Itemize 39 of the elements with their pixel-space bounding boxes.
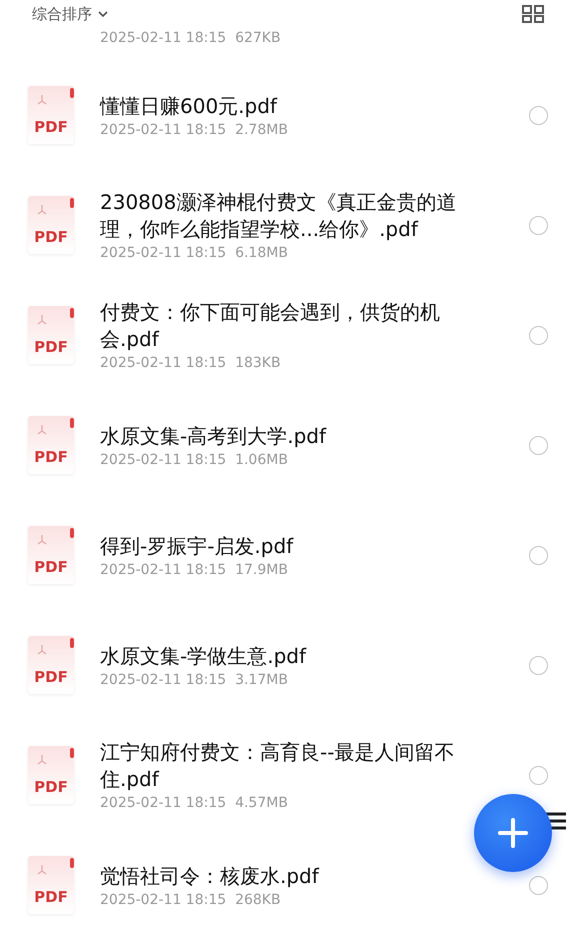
pdf-file-icon: PDF: [28, 86, 74, 144]
select-radio[interactable]: [529, 216, 548, 234]
pdf-file-icon: PDF: [28, 746, 74, 804]
file-name[interactable]: 懂懂日赚600元.pdf: [100, 92, 277, 120]
file-meta: 2025-02-11 18:15 4.57MB: [100, 795, 288, 811]
pdf-file-icon: PDF: [28, 856, 74, 914]
pdf-file-icon: PDF: [28, 196, 74, 254]
select-radio[interactable]: [529, 656, 548, 674]
plus-icon: [498, 818, 528, 848]
file-name[interactable]: 觉悟社司令：核废水.pdf: [100, 862, 319, 890]
file-name[interactable]: 水原文集-学做生意.pdf: [100, 642, 306, 670]
caret-icon: [98, 11, 108, 17]
grid-view-icon[interactable]: [522, 5, 544, 23]
file-meta: 2025-02-11 18:15 17.9MB: [100, 562, 288, 578]
file-meta: 2025-02-11 18:15 6.18MB: [100, 245, 288, 261]
file-meta: 2025-02-11 18:15 3.17MB: [100, 672, 288, 688]
select-radio[interactable]: [529, 766, 548, 784]
select-radio[interactable]: [529, 876, 548, 894]
pdf-file-icon: PDF: [28, 526, 74, 584]
pdf-file-icon: PDF: [28, 416, 74, 474]
file-meta: 2025-02-11 18:15 627KB: [99, 29, 282, 48]
select-radio[interactable]: [529, 436, 548, 454]
file-name[interactable]: 江宁知府付费文：高育良--最是人间留不住.pdf: [100, 739, 468, 793]
sort-dropdown[interactable]: 综合排序: [32, 4, 108, 24]
file-meta: 2025-02-11 18:15 2.78MB: [100, 122, 288, 138]
file-name[interactable]: 得到-罗振宇-启发.pdf: [100, 532, 294, 560]
file-meta: 2025-02-11 18:15 183KB: [100, 355, 281, 371]
menu-icon[interactable]: [546, 812, 566, 830]
select-radio[interactable]: [529, 546, 548, 564]
select-radio[interactable]: [529, 106, 548, 124]
file-name[interactable]: 付费文：你下面可能会遇到，供货的机会.pdf: [100, 299, 468, 353]
select-radio[interactable]: [529, 326, 548, 344]
add-button[interactable]: [474, 794, 552, 872]
file-meta: 2025-02-11 18:15 268KB: [100, 892, 281, 908]
file-meta: 2025-02-11 18:15 1.06MB: [100, 452, 288, 468]
pdf-file-icon: PDF: [28, 306, 74, 364]
file-name[interactable]: 水原文集-高考到大学.pdf: [100, 422, 326, 450]
file-name[interactable]: 230808灏泽神棍付费文《真正金贵的道理，你咋么能指望学校...给你》.pdf: [100, 189, 468, 243]
pdf-file-icon: PDF: [28, 636, 74, 694]
